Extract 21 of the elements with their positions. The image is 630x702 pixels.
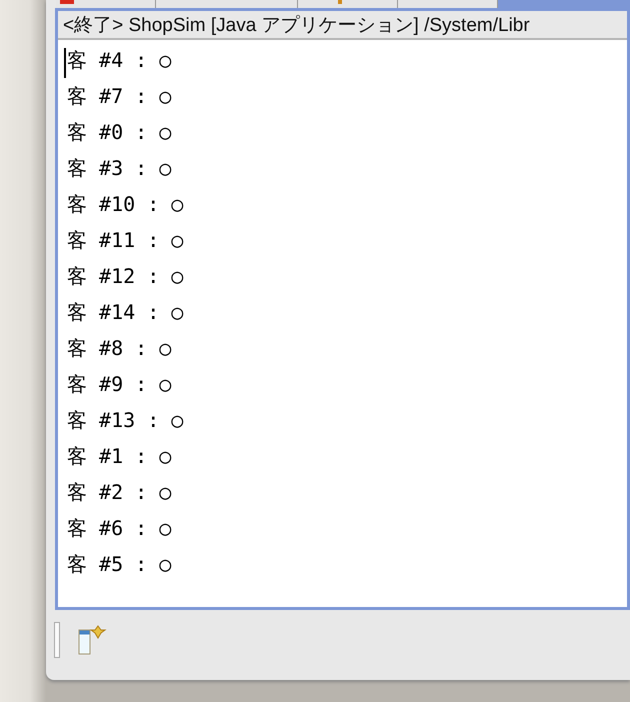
console-line: 客 #13 : ○: [67, 407, 184, 434]
console-line: 客 #14 : ○: [67, 299, 184, 326]
console-line: 客 #10 : ○: [67, 191, 184, 218]
tab[interactable]: [298, 0, 398, 8]
tab[interactable]: [56, 0, 156, 8]
text-cursor: [64, 48, 66, 78]
console-line: 客 #3 : ○: [67, 155, 172, 182]
console-line: 客 #1 : ○: [67, 443, 172, 470]
console-line: 客 #6 : ○: [67, 515, 172, 542]
console-line: 客 #8 : ○: [67, 335, 172, 362]
console-line: 客 #5 : ○: [67, 551, 172, 578]
console-line: 客 #7 : ○: [67, 83, 172, 110]
console-title: <終了> ShopSim [Java アプリケーション] /System/Libr: [63, 14, 530, 38]
toolbar-handle[interactable]: [54, 622, 60, 658]
new-view-icon[interactable]: [78, 625, 108, 655]
console-line: 客 #12 : ○: [67, 263, 184, 290]
console-line: 客 #2 : ○: [67, 479, 172, 506]
console-line: 客 #11 : ○: [67, 227, 184, 254]
console-line: 客 #4 : ○: [67, 47, 172, 74]
console-line: 客 #9 : ○: [67, 371, 172, 398]
console-line: 客 #0 : ○: [67, 119, 172, 146]
